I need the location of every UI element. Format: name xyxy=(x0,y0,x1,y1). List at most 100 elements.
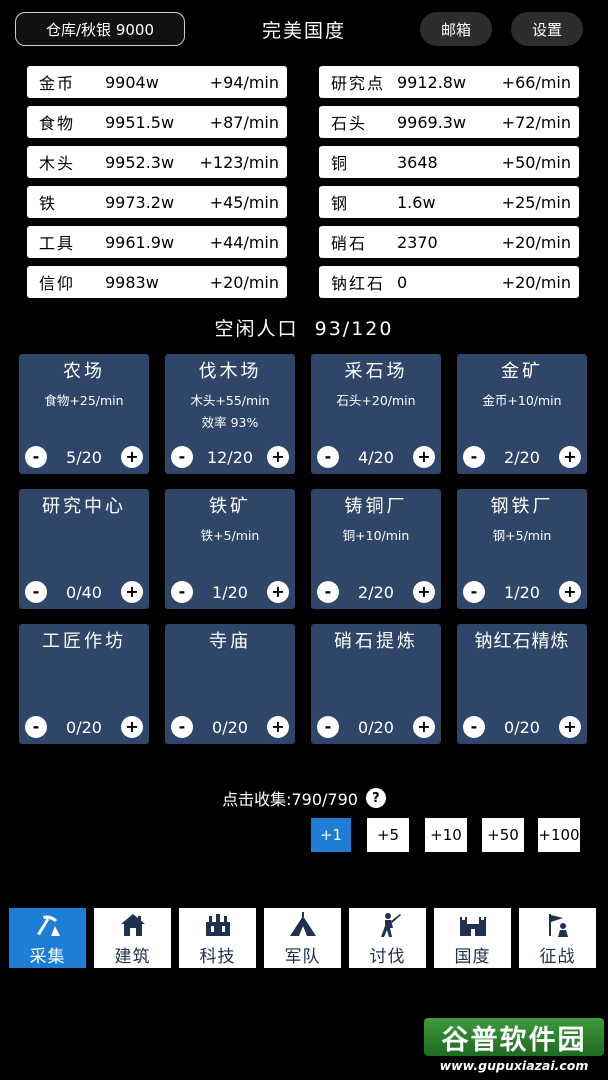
building-production: 石头+20/min xyxy=(336,393,416,408)
multiplier-button-5[interactable]: +5 xyxy=(367,818,409,852)
building-card-copper-foundry: 铸铜厂 铜+10/min - 2/20 + xyxy=(311,489,441,609)
resource-row-research: 研究点 9912.8w +66/min xyxy=(319,66,579,98)
resource-row-steel: 钢 1.6w +25/min xyxy=(319,186,579,218)
decrease-button[interactable]: - xyxy=(25,581,47,603)
multiplier-button-50[interactable]: +50 xyxy=(482,818,524,852)
house-icon xyxy=(121,914,145,936)
resource-list-right: 研究点 9912.8w +66/min 石头 9969.3w +72/min 铜… xyxy=(319,66,579,306)
increase-button[interactable]: + xyxy=(267,581,289,603)
nav-item-army[interactable]: 军队 xyxy=(264,908,341,968)
resource-name: 钢 xyxy=(331,194,350,213)
resource-amount: 9904w xyxy=(105,72,159,92)
nav-label: 国度 xyxy=(454,947,491,967)
collect-label[interactable]: 点击收集:790/790 xyxy=(222,786,358,810)
resource-row-food: 食物 9951.5w +87/min xyxy=(27,106,287,138)
building-count: 4/20 xyxy=(358,447,394,467)
resource-rate: +20/min xyxy=(501,272,571,292)
building-controls: - 0/20 + xyxy=(317,716,435,738)
decrease-button[interactable]: - xyxy=(25,446,47,468)
nav-item-kingdom[interactable]: 国度 xyxy=(434,908,511,968)
increase-button[interactable]: + xyxy=(559,716,581,738)
resource-amount: 9973.2w xyxy=(105,192,175,212)
increase-button[interactable]: + xyxy=(413,581,435,603)
nav-item-gather[interactable]: 采集 xyxy=(9,908,86,968)
building-production: 铁+5/min xyxy=(200,528,260,543)
tent-icon xyxy=(290,912,316,936)
decrease-button[interactable]: - xyxy=(317,716,339,738)
building-count: 2/20 xyxy=(358,582,394,602)
increase-button[interactable]: + xyxy=(413,446,435,468)
increase-button[interactable]: + xyxy=(413,716,435,738)
help-icon[interactable]: ? xyxy=(365,788,386,808)
nav-item-buildings[interactable]: 建筑 xyxy=(94,908,171,968)
building-name: 采石场 xyxy=(344,361,408,382)
increase-button[interactable]: + xyxy=(121,446,143,468)
decrease-button[interactable]: - xyxy=(171,716,193,738)
decrease-button[interactable]: - xyxy=(25,716,47,738)
nav-item-campaign[interactable]: 征战 xyxy=(519,908,596,968)
decrease-button[interactable]: - xyxy=(463,446,485,468)
resource-name: 食物 xyxy=(39,114,76,133)
building-card-quarry: 采石场 石头+20/min - 4/20 + xyxy=(311,354,441,474)
multiplier-button-1[interactable]: +1 xyxy=(311,818,351,852)
multiplier-button-10[interactable]: +10 xyxy=(425,818,467,852)
flag-icon xyxy=(549,914,568,937)
bottom-nav: 采集 建筑 科技 军队 讨伐 国度 征战 xyxy=(9,908,599,968)
building-card-artisan-workshop: 工匠作坊 - 0/20 + xyxy=(19,624,149,744)
building-controls: - 5/20 + xyxy=(25,446,143,468)
nav-label: 讨伐 xyxy=(369,947,406,967)
mail-button[interactable]: 邮箱 xyxy=(420,12,492,46)
increase-button[interactable]: + xyxy=(121,716,143,738)
resource-amount: 0 xyxy=(397,272,408,292)
building-name: 钠红石精炼 xyxy=(474,631,570,652)
building-count: 12/20 xyxy=(206,447,254,467)
building-controls: - 2/20 + xyxy=(317,581,435,603)
building-count: 1/20 xyxy=(212,582,248,602)
decrease-button[interactable]: - xyxy=(171,446,193,468)
decrease-button[interactable]: - xyxy=(317,446,339,468)
resource-rate: +72/min xyxy=(501,112,571,132)
site-watermark: 谷普软件园 www.gupuxiazai.com xyxy=(424,1018,604,1076)
nav-item-tech[interactable]: 科技 xyxy=(179,908,256,968)
building-count: 0/40 xyxy=(66,582,102,602)
castle-icon xyxy=(460,917,486,936)
building-controls: - 2/20 + xyxy=(463,446,581,468)
nav-label: 科技 xyxy=(199,947,236,967)
resource-name: 木头 xyxy=(39,154,76,173)
resource-rate: +45/min xyxy=(209,192,279,212)
multiplier-button-100[interactable]: +100 xyxy=(538,818,580,852)
decrease-button[interactable]: - xyxy=(317,581,339,603)
nav-label: 建筑 xyxy=(114,947,151,967)
building-name: 研究中心 xyxy=(42,496,126,517)
resource-amount: 3648 xyxy=(397,152,438,172)
nav-label: 采集 xyxy=(29,947,66,967)
nav-item-crusade[interactable]: 讨伐 xyxy=(349,908,426,968)
decrease-button[interactable]: - xyxy=(463,581,485,603)
building-production: 木头+55/min xyxy=(190,393,270,408)
nav-label: 征战 xyxy=(539,947,576,967)
resource-amount: 9969.3w xyxy=(397,112,467,132)
resource-row-copper: 铜 3648 +50/min xyxy=(319,146,579,178)
resource-name: 工具 xyxy=(39,234,76,253)
resource-rate: +50/min xyxy=(501,152,571,172)
decrease-button[interactable]: - xyxy=(463,716,485,738)
increase-button[interactable]: + xyxy=(559,446,581,468)
increase-button[interactable]: + xyxy=(266,446,289,468)
resource-rate: +94/min xyxy=(209,72,279,92)
increase-button[interactable]: + xyxy=(267,716,289,738)
resource-name: 钠红石 xyxy=(331,274,386,293)
settings-button[interactable]: 设置 xyxy=(511,12,583,46)
resource-rate: +20/min xyxy=(209,272,279,292)
resource-amount: 9912.8w xyxy=(397,72,467,92)
resource-name: 研究点 xyxy=(331,74,386,93)
building-count: 0/20 xyxy=(212,717,248,737)
building-controls: - 0/40 + xyxy=(25,581,143,603)
resource-amount: 9952.3w xyxy=(105,152,175,172)
decrease-button[interactable]: - xyxy=(171,581,193,603)
resource-name: 石头 xyxy=(331,114,368,133)
increase-button[interactable]: + xyxy=(559,581,581,603)
increase-button[interactable]: + xyxy=(121,581,143,603)
building-name: 伐木场 xyxy=(198,361,262,382)
resource-name: 金币 xyxy=(39,74,76,93)
building-count: 1/20 xyxy=(504,582,540,602)
